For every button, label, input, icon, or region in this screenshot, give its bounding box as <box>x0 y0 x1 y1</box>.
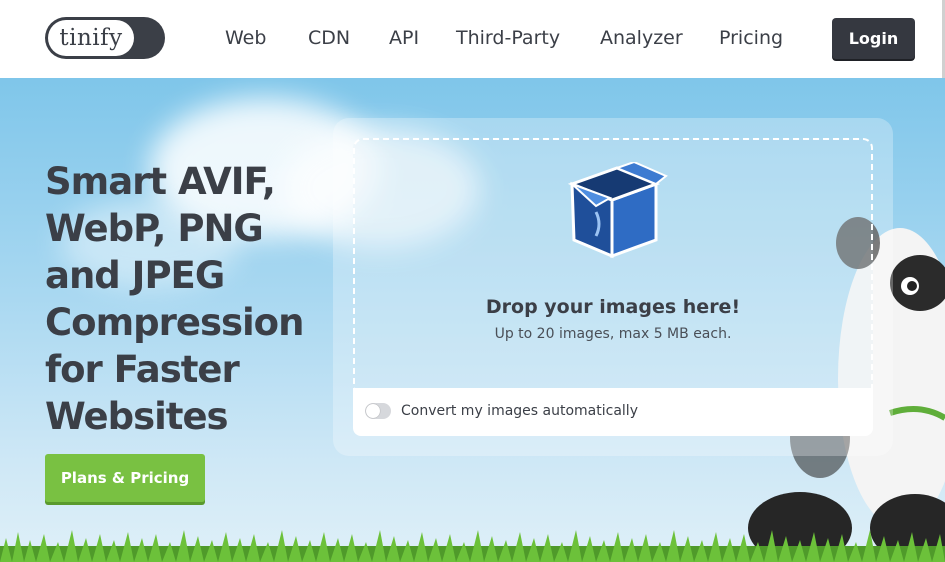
site-header: tinify Web CDN API Third-Party Analyzer … <box>0 0 945 78</box>
login-button[interactable]: Login <box>832 18 915 59</box>
grass-decoration <box>0 530 945 562</box>
tinify-logo[interactable]: tinify <box>45 17 165 59</box>
plans-pricing-button[interactable]: Plans & Pricing <box>45 454 205 502</box>
toggle-knob <box>366 404 380 418</box>
drop-title: Drop your images here! <box>485 296 741 318</box>
nav-pricing[interactable]: Pricing <box>719 27 783 49</box>
headline-line: Smart AVIF, <box>45 160 276 203</box>
hero-headline: Smart AVIF, WebP, PNG and JPEG Compressi… <box>45 158 345 440</box>
logo-text: tinify <box>59 25 123 51</box>
drop-subtitle: Up to 20 images, max 5 MB each. <box>494 326 732 342</box>
nav-web[interactable]: Web <box>225 27 266 49</box>
convert-option-bar: Convert my images automatically <box>353 388 873 436</box>
headline-line: Compression <box>45 301 304 344</box>
logo-pill: tinify <box>48 20 134 56</box>
nav-third-party[interactable]: Third-Party <box>456 27 560 49</box>
nav-api[interactable]: API <box>389 27 419 49</box>
nav-cdn[interactable]: CDN <box>308 27 350 49</box>
headline-line: WebP, PNG <box>45 207 264 250</box>
nav-analyzer[interactable]: Analyzer <box>600 27 683 49</box>
headline-line: Websites <box>45 395 229 438</box>
convert-toggle[interactable] <box>365 403 391 419</box>
box-icon <box>567 162 668 259</box>
headline-line: for Faster <box>45 348 240 391</box>
hero-section: Smart AVIF, WebP, PNG and JPEG Compressi… <box>0 78 945 562</box>
image-dropzone[interactable] <box>353 138 873 390</box>
headline-line: and JPEG <box>45 254 225 297</box>
convert-label: Convert my images automatically <box>401 403 638 419</box>
